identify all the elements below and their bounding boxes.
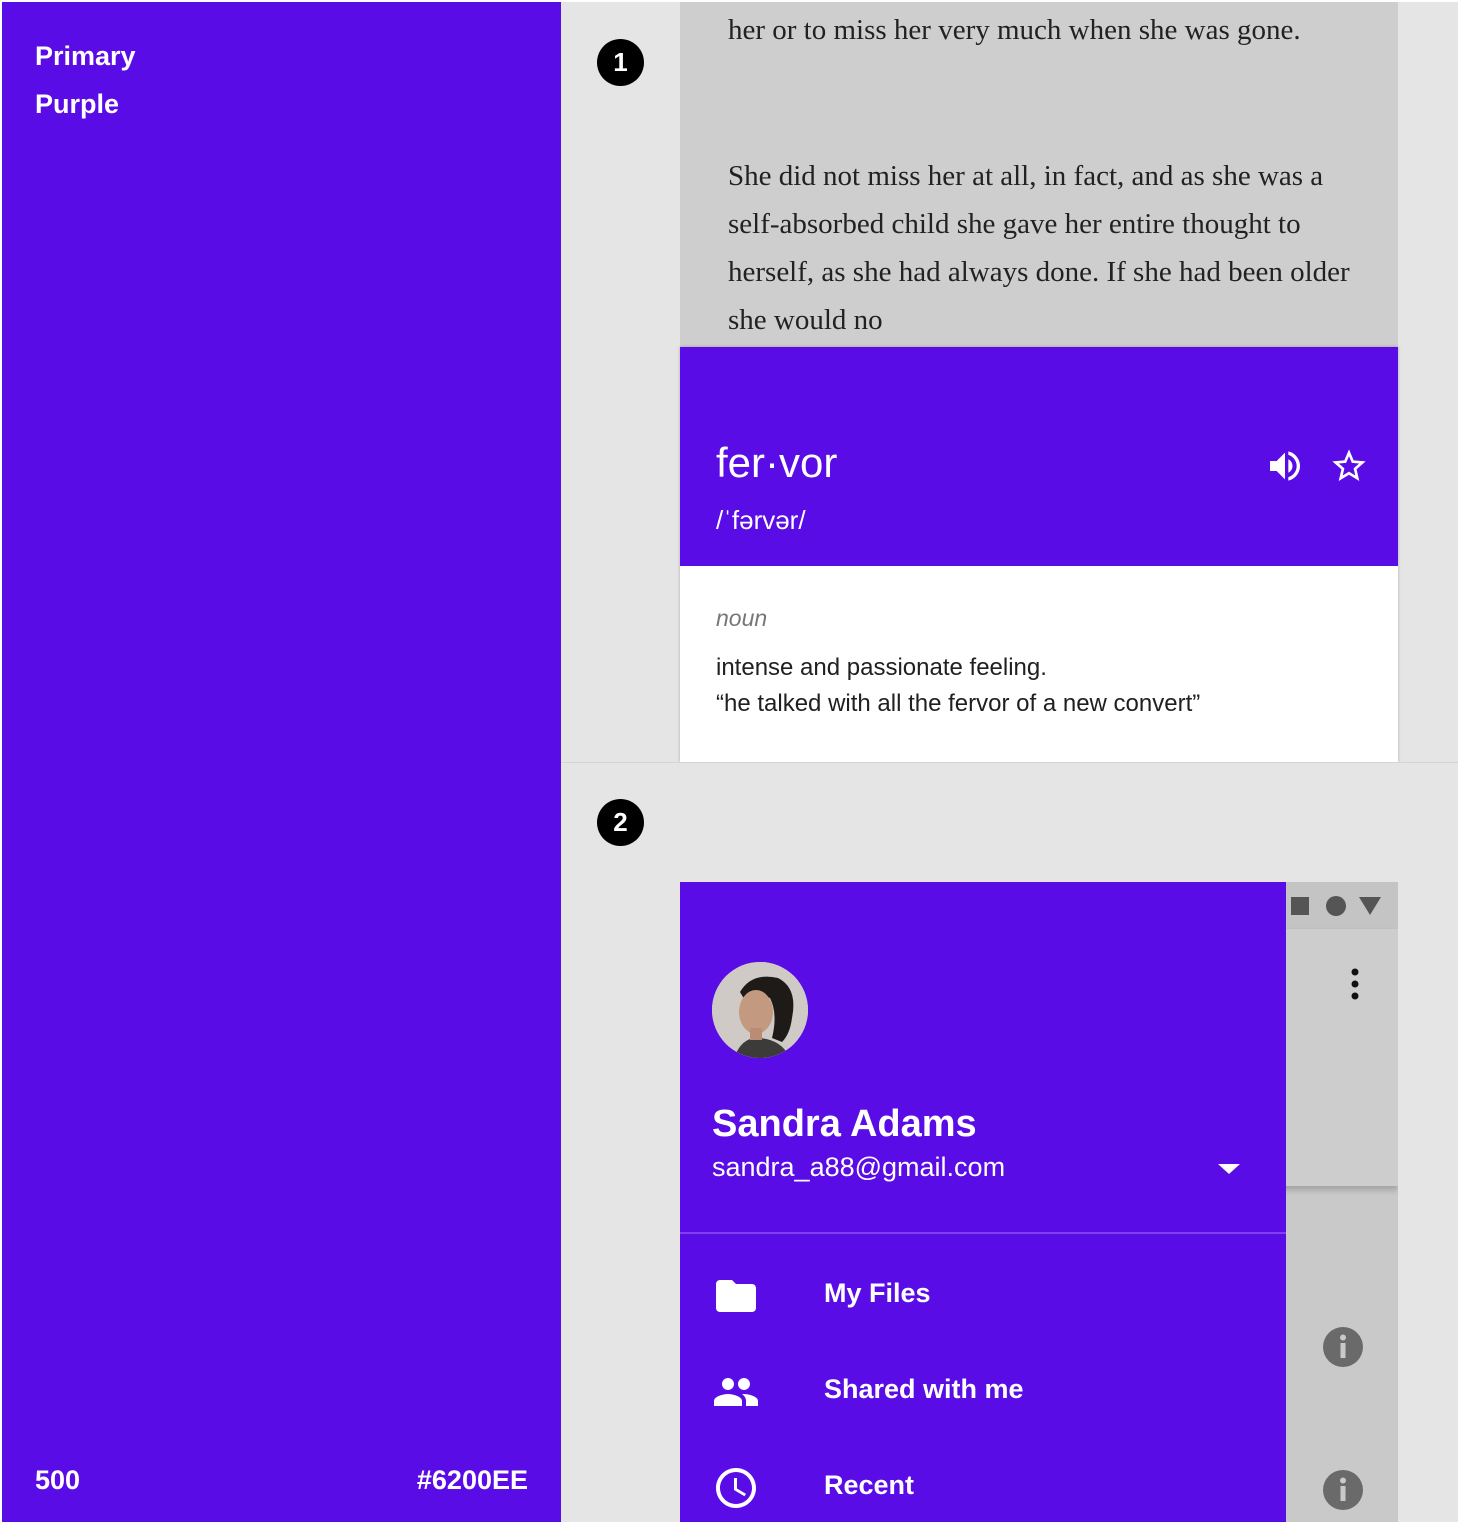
dictionary-word: fer·vor <box>716 439 838 486</box>
more-vert-icon[interactable] <box>1340 967 1370 1006</box>
people-icon <box>712 1368 760 1416</box>
folder-icon <box>712 1272 760 1320</box>
example-panel-1: 1 her or to miss her very much when she … <box>561 2 1458 762</box>
reader-paragraph-2: She did not miss her at all, in fact, an… <box>728 160 1350 336</box>
example-sentence: “he talked with all the fervor of a new … <box>716 690 1201 717</box>
drawer-divider <box>680 1232 1286 1234</box>
drawer-item-my-files[interactable]: My Files <box>680 1248 1286 1344</box>
volume-up-icon[interactable] <box>1264 446 1306 491</box>
definition-text: intense and passionate feeling. <box>716 654 1047 681</box>
stop-square-icon <box>1290 896 1310 921</box>
drawer-item-label: My Files <box>824 1278 931 1308</box>
dictionary-card: fer·vor /ˈfərvər/ noun intense and passi… <box>680 347 1398 762</box>
color-swatch: Primary Purple 500 #6200EE <box>2 2 561 1522</box>
drawer-item-shared-with-me[interactable]: Shared with me <box>680 1344 1286 1440</box>
info-icon[interactable] <box>1322 1326 1364 1373</box>
drawer-item-label: Shared with me <box>824 1374 1024 1404</box>
navigation-drawer: Sandra Adams sandra_a88@gmail.com My Fil… <box>680 882 1286 1522</box>
swatch-level: 500 <box>35 1465 81 1495</box>
example-badge-1: 1 <box>597 39 644 86</box>
swatch-title: Primary Purple <box>35 32 136 128</box>
user-name: Sandra Adams <box>712 1103 977 1145</box>
triangle-down-icon <box>1358 896 1382 921</box>
info-icon[interactable] <box>1322 1469 1364 1516</box>
example-panel-2: 2 Sandra Adams sandra_a88@gmail.com My F… <box>561 763 1458 1522</box>
reader-text-area: her or to miss her very much when she wa… <box>680 2 1398 347</box>
example-badge-2: 2 <box>597 799 644 846</box>
dictionary-body: noun intense and passionate feeling. “he… <box>716 605 1376 722</box>
dictionary-phonetic: /ˈfərvər/ <box>716 505 806 535</box>
user-email: sandra_a88@gmail.com <box>712 1152 1006 1182</box>
dictionary-header: fer·vor /ˈfərvər/ <box>680 347 1398 566</box>
drawer-item-label: Recent <box>824 1470 915 1500</box>
avatar[interactable] <box>712 962 808 1058</box>
swatch-title-line2: Purple <box>35 89 120 119</box>
swatch-hex: #6200EE <box>416 1465 528 1495</box>
swatch-title-line1: Primary <box>35 41 136 71</box>
reader-paragraph-1: her or to miss her very much when she wa… <box>728 14 1301 46</box>
circle-icon <box>1325 895 1347 922</box>
phone-screen: Sandra Adams sandra_a88@gmail.com My Fil… <box>680 882 1398 1522</box>
star-outline-icon[interactable] <box>1328 446 1370 491</box>
clock-icon <box>712 1464 760 1512</box>
drawer-item-recent[interactable]: Recent <box>680 1440 1286 1522</box>
part-of-speech: noun <box>716 605 768 631</box>
account-dropdown-icon[interactable] <box>1216 1162 1242 1181</box>
